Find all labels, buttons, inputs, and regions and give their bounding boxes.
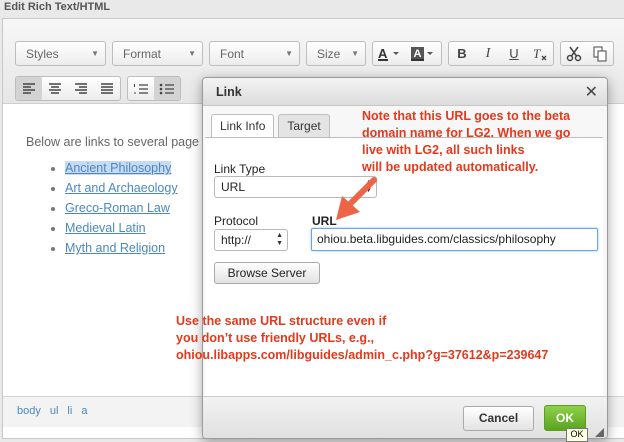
select-arrows-icon: ▲▼	[276, 232, 283, 247]
font-combo[interactable]: Font ▼	[209, 41, 300, 66]
background-color-button[interactable]: A	[407, 42, 441, 65]
note-line: Use the same URL structure even if	[176, 314, 387, 328]
numbered-list-button[interactable]	[128, 77, 154, 100]
intro-text: Below are links to several page	[26, 135, 200, 149]
link-myth-and-religion[interactable]: Myth and Religion	[65, 241, 165, 255]
dialog-tabs: Link Info Target	[211, 114, 330, 138]
url-input-value: ohiou.beta.libguides.com/classics/philos…	[317, 232, 556, 246]
link-list: Ancient Philosophy Art and Archaeology G…	[47, 158, 178, 258]
svg-text:A: A	[378, 46, 388, 61]
url-input[interactable]: ohiou.beta.libguides.com/classics/philos…	[311, 228, 598, 251]
browse-server-button[interactable]: Browse Server	[214, 262, 320, 284]
path-item-li[interactable]: li	[67, 405, 72, 417]
dialog-header[interactable]: Link ✕	[203, 78, 607, 106]
link-art-and-archaeology[interactable]: Art and Archaeology	[65, 181, 178, 195]
resize-grip-icon[interactable]	[594, 427, 604, 437]
align-center-button[interactable]	[42, 77, 68, 100]
styles-combo-label: Styles	[26, 46, 59, 61]
align-left-button[interactable]	[16, 77, 42, 100]
tab-target[interactable]: Target	[278, 114, 330, 138]
link-type-value: URL	[221, 180, 246, 194]
size-combo[interactable]: Size ▼	[306, 41, 366, 66]
copy-button[interactable]	[587, 42, 613, 65]
justify-button[interactable]	[94, 77, 120, 100]
note-line: ohiou.libapps.com/libguides/admin_c.php?…	[176, 348, 549, 362]
font-combo-label: Font	[220, 46, 245, 61]
window-title: Edit Rich Text/HTML	[4, 1, 111, 13]
text-color-icon: A	[378, 46, 399, 61]
chevron-down-icon: ▼	[188, 49, 196, 58]
text-style-button-group: B I U T	[448, 41, 554, 66]
link-type-label: Link Type	[214, 162, 266, 176]
bulleted-list-button[interactable]	[154, 77, 180, 100]
link-greco-roman-law[interactable]: Greco-Roman Law	[65, 201, 170, 215]
format-combo-label: Format	[123, 46, 162, 61]
annotation-arrow-icon	[336, 177, 377, 220]
copy-icon	[593, 46, 607, 61]
size-combo-label: Size	[317, 46, 341, 61]
chevron-down-icon: ▼	[91, 49, 99, 58]
path-item-a[interactable]: a	[81, 405, 87, 417]
underline-button[interactable]: U	[501, 42, 527, 65]
numbered-list-icon	[134, 83, 148, 94]
protocol-label: Protocol	[214, 214, 259, 228]
annotation-note-bottom: Use the same URL structure even if you d…	[176, 313, 548, 364]
bulleted-list-icon	[159, 83, 174, 94]
dialog-title: Link	[216, 85, 242, 99]
styles-combo[interactable]: Styles ▼	[15, 41, 106, 66]
list-item: Medieval Latin	[65, 218, 178, 238]
annotation-note-top: Note that this URL goes to the beta doma…	[362, 108, 570, 176]
list-item: Ancient Philosophy	[65, 158, 178, 178]
dialog-footer: Cancel OK	[203, 396, 607, 438]
format-combo[interactable]: Format ▼	[112, 41, 203, 66]
align-left-icon	[23, 82, 35, 94]
link-medieval-latin[interactable]: Medieval Latin	[65, 221, 146, 235]
italic-icon: I	[485, 45, 491, 61]
chevron-down-icon: ▼	[285, 49, 293, 58]
list-item: Art and Archaeology	[65, 178, 178, 198]
bold-icon: B	[457, 46, 467, 61]
remove-format-icon: T	[533, 47, 547, 61]
svg-text:T: T	[533, 47, 541, 61]
ok-tooltip: OK	[566, 428, 588, 442]
color-button-group: A A	[372, 41, 442, 66]
toolbar-row-2	[15, 76, 181, 101]
chevron-down-icon: ▼	[351, 49, 359, 58]
align-right-icon	[75, 82, 87, 94]
italic-button[interactable]: I	[475, 42, 501, 65]
align-button-group	[15, 76, 121, 101]
note-line: domain name for LG2. When we go	[362, 126, 571, 140]
list-item: Greco-Roman Law	[65, 198, 178, 218]
remove-format-button[interactable]: T	[527, 42, 553, 65]
clipboard-button-group	[560, 41, 614, 66]
text-color-button[interactable]: A	[373, 42, 407, 65]
tab-link-info[interactable]: Link Info	[211, 114, 275, 138]
scissors-icon	[566, 46, 582, 61]
underline-icon: U	[509, 46, 519, 61]
align-center-icon	[49, 82, 61, 94]
cut-button[interactable]	[561, 42, 587, 65]
list-button-group	[127, 76, 181, 101]
note-line: you don’t use friendly URLs, e.g.,	[176, 331, 374, 345]
path-item-ul[interactable]: ul	[50, 405, 59, 417]
svg-text:A: A	[414, 48, 422, 60]
note-line: live with LG2, all such links	[362, 143, 525, 157]
link-ancient-philosophy[interactable]: Ancient Philosophy	[65, 161, 172, 175]
justify-icon	[101, 82, 113, 94]
path-item-body[interactable]: body	[17, 405, 41, 417]
note-line: Note that this URL goes to the beta	[362, 109, 571, 123]
background-color-icon: A	[411, 46, 433, 61]
list-item: Myth and Religion	[65, 238, 178, 258]
note-line: will be updated automatically.	[362, 160, 539, 174]
breadcrumb: body ul li a	[17, 405, 87, 417]
toolbar-row-1: Styles ▼ Format ▼ Font ▼ Size ▼ A A B I …	[15, 41, 614, 66]
align-right-button[interactable]	[68, 77, 94, 100]
close-icon[interactable]: ✕	[585, 82, 598, 102]
bold-button[interactable]: B	[449, 42, 475, 65]
protocol-select[interactable]: http:// ▲ ▼	[214, 229, 288, 251]
cancel-button[interactable]: Cancel	[463, 406, 534, 431]
protocol-value: http://	[221, 233, 252, 247]
